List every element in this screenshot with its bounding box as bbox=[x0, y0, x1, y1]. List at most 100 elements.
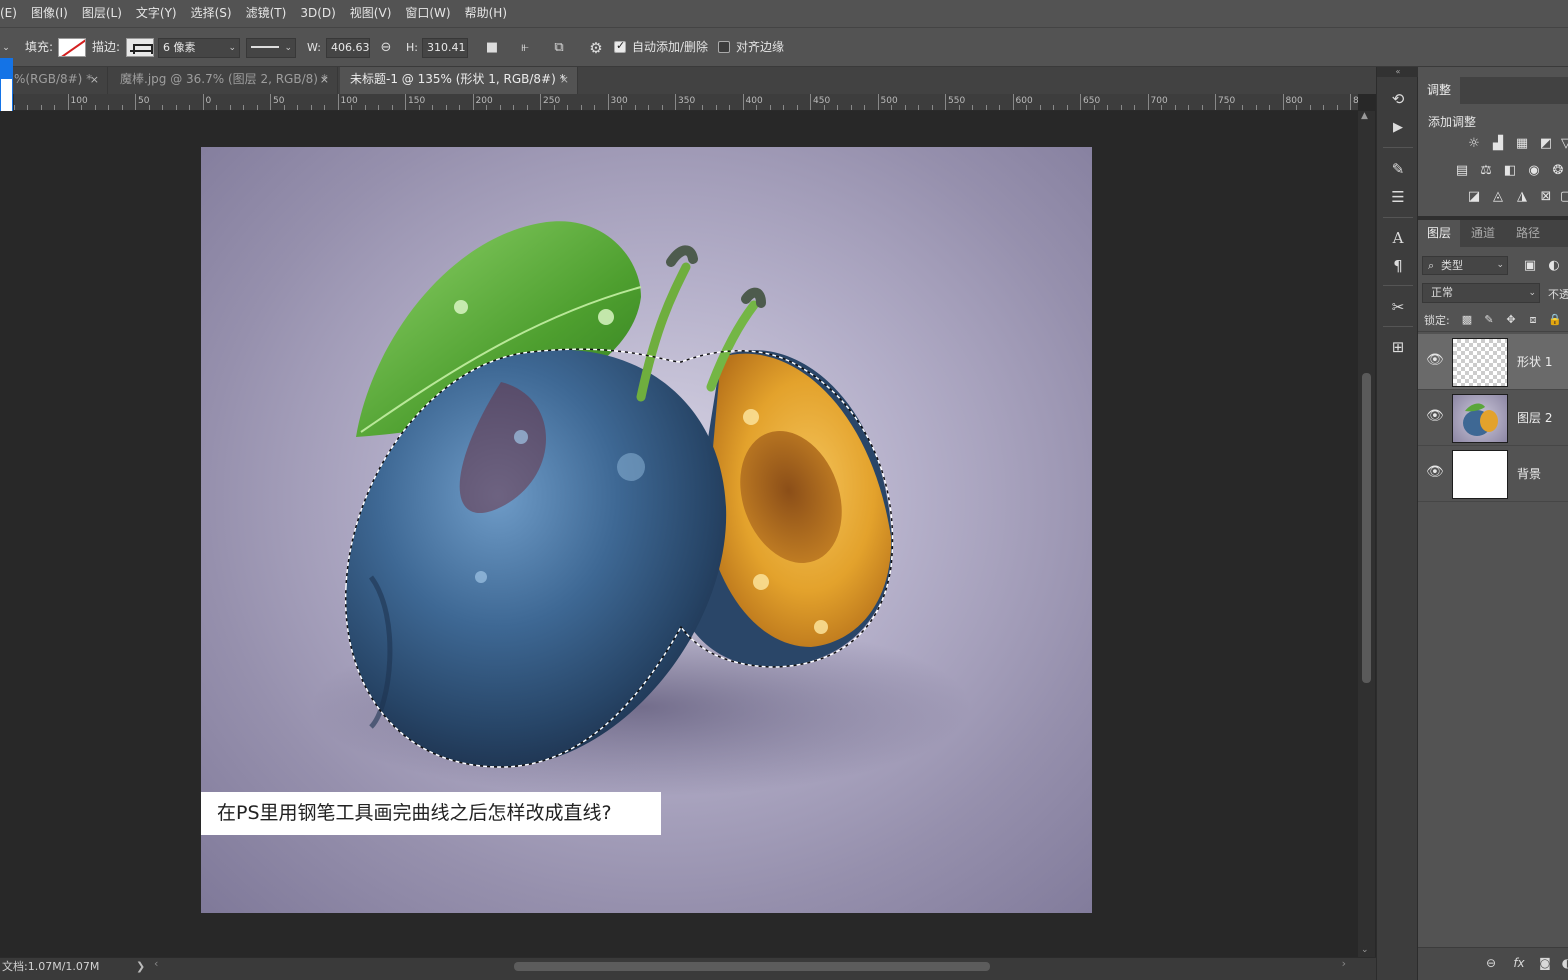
scroll-up-icon[interactable]: ▲ bbox=[1361, 111, 1368, 121]
menu-image[interactable]: 图像(I) bbox=[25, 0, 76, 27]
scroll-down-icon[interactable]: ⌄ bbox=[1361, 945, 1369, 955]
tool-presets-icon[interactable]: ✂ bbox=[1387, 296, 1409, 318]
levels-icon[interactable]: ▟ bbox=[1490, 136, 1506, 152]
tab-channels[interactable]: 通道 bbox=[1462, 220, 1504, 247]
menu-filter[interactable]: 滤镜(T) bbox=[240, 0, 295, 27]
layer-row[interactable]: 👁 图层 2 bbox=[1418, 390, 1568, 446]
fx-icon[interactable]: fx bbox=[1510, 954, 1528, 972]
ruler-minor-tick bbox=[1174, 105, 1176, 110]
blend-mode-select[interactable]: 正常 ⌄ bbox=[1422, 283, 1540, 303]
vertical-scrollbar[interactable]: ▲ ⌄ bbox=[1358, 111, 1375, 957]
stroke-line-preview bbox=[251, 45, 279, 48]
close-icon[interactable]: × bbox=[320, 67, 329, 92]
hue-saturation-icon[interactable]: ▤ bbox=[1454, 163, 1470, 179]
ruler-minor-tick bbox=[445, 105, 447, 110]
menu-window[interactable]: 窗口(W) bbox=[399, 0, 458, 27]
exposure-icon[interactable]: ◩ bbox=[1538, 136, 1554, 152]
scroll-left-icon[interactable]: ‹ bbox=[154, 957, 158, 970]
threshold-icon[interactable]: ◮ bbox=[1514, 189, 1530, 205]
lock-artboard-icon[interactable]: ⧈ bbox=[1526, 313, 1540, 327]
close-icon[interactable]: × bbox=[560, 67, 569, 92]
collapse-arrows-icon[interactable]: « bbox=[1377, 67, 1419, 77]
horizontal-scrollbar[interactable]: ‹ › bbox=[150, 957, 1350, 973]
stroke-swatch[interactable] bbox=[126, 38, 154, 57]
height-input[interactable]: 310.41 ( bbox=[422, 38, 468, 58]
horizontal-ruler[interactable]: 0100500501001502002503003504004505005506… bbox=[14, 94, 1358, 111]
menu-help[interactable]: 帮助(H) bbox=[459, 0, 515, 27]
align-edges-checkbox[interactable] bbox=[718, 41, 730, 53]
lock-paint-icon[interactable]: ✎ bbox=[1482, 313, 1496, 327]
vertical-scroll-thumb[interactable] bbox=[1362, 373, 1371, 683]
menu-view[interactable]: 视图(V) bbox=[344, 0, 400, 27]
menu-layer[interactable]: 图层(L) bbox=[76, 0, 130, 27]
eye-icon[interactable]: 👁 bbox=[1426, 408, 1444, 424]
ruler-minor-tick bbox=[931, 105, 933, 110]
width-input[interactable]: 406.63 ( bbox=[326, 38, 370, 58]
brightness-icon[interactable]: ☼ bbox=[1466, 136, 1482, 152]
tab-document-3[interactable]: 未标题-1 @ 135% (形状 1, RGB/8#) * × bbox=[340, 67, 578, 94]
link-icon[interactable]: ⊖ bbox=[375, 38, 397, 58]
tab-document-2[interactable]: 魔棒.jpg @ 36.7% (图层 2, RGB/8) * × bbox=[108, 67, 338, 94]
ruler-minor-tick bbox=[783, 105, 784, 110]
ruler-minor-tick bbox=[621, 105, 622, 110]
ruler-minor-tick bbox=[1309, 105, 1311, 110]
tab-layers[interactable]: 图层 bbox=[1418, 220, 1461, 247]
chevron-down-icon: ⌄ bbox=[284, 43, 292, 53]
tool-preset-chevron-icon[interactable]: ⌄ bbox=[0, 38, 12, 58]
stroke-type-select[interactable]: ⌄ bbox=[246, 38, 296, 58]
history-icon[interactable]: ⟲ bbox=[1387, 88, 1409, 110]
ruler-minor-tick bbox=[688, 105, 690, 110]
vibrance-icon[interactable]: ▽ bbox=[1558, 136, 1568, 152]
stroke-width-value: 6 像素 bbox=[163, 41, 196, 54]
stroke-width-select[interactable]: 6 像素 ⌄ bbox=[158, 38, 240, 58]
selective-color-icon[interactable]: ▢ bbox=[1558, 189, 1568, 205]
fill-swatch[interactable] bbox=[58, 38, 86, 57]
close-icon[interactable]: × bbox=[90, 67, 99, 92]
link-layers-icon[interactable]: ⊖ bbox=[1482, 954, 1500, 972]
pixel-filter-icon[interactable]: ▣ bbox=[1522, 258, 1538, 274]
tab-paths[interactable]: 路径 bbox=[1507, 220, 1549, 247]
status-menu-arrow[interactable]: ❯ bbox=[136, 958, 145, 976]
add-mask-icon[interactable]: ◙ bbox=[1536, 954, 1554, 972]
ruler-major-tick bbox=[540, 94, 541, 110]
horizontal-scroll-thumb[interactable] bbox=[514, 962, 990, 971]
lock-position-icon[interactable]: ✥ bbox=[1504, 313, 1518, 327]
curves-icon[interactable]: ▦ bbox=[1514, 136, 1530, 152]
invert-icon[interactable]: ◪ bbox=[1466, 189, 1482, 205]
lock-transparency-icon[interactable]: ▩ bbox=[1460, 313, 1474, 327]
adjustment-layer-icon[interactable]: ◐ bbox=[1558, 954, 1568, 972]
black-white-icon[interactable]: ◧ bbox=[1502, 163, 1518, 179]
character-icon[interactable]: A bbox=[1387, 227, 1409, 249]
status-bar: 文档:1.07M/1.07M ❯ ‹ › bbox=[0, 957, 1376, 980]
lock-all-icon[interactable]: 🔒 bbox=[1548, 313, 1562, 327]
tab-adjustments[interactable]: 调整 bbox=[1418, 77, 1461, 104]
path-arrangement-icon[interactable]: ⧉ bbox=[548, 38, 570, 58]
path-alignment-icon[interactable]: ⫦ bbox=[514, 38, 536, 58]
menu-type[interactable]: 文字(Y) bbox=[130, 0, 185, 27]
posterize-icon[interactable]: ◬ bbox=[1490, 189, 1506, 205]
gradient-map-icon[interactable]: ⊠ bbox=[1538, 189, 1554, 205]
paragraph-icon[interactable]: ¶ bbox=[1387, 255, 1409, 277]
adjustment-filter-icon[interactable]: ◐ bbox=[1546, 258, 1562, 274]
menu-select[interactable]: 选择(S) bbox=[185, 0, 240, 27]
tab-document-1[interactable]: %(RGB/8#) * × bbox=[0, 67, 108, 94]
scroll-right-icon[interactable]: › bbox=[1342, 957, 1346, 970]
channel-mixer-icon[interactable]: ❂ bbox=[1550, 163, 1566, 179]
photo-filter-icon[interactable]: ◉ bbox=[1526, 163, 1542, 179]
brush-settings-icon[interactable]: ☰ bbox=[1387, 186, 1409, 208]
color-balance-icon[interactable]: ⚖ bbox=[1478, 163, 1494, 179]
brush-icon[interactable]: ✎ bbox=[1387, 158, 1409, 180]
layer-filter-select[interactable]: ⌕ 类型 ⌄ bbox=[1422, 256, 1508, 275]
path-operations-icon[interactable]: ■ bbox=[481, 38, 503, 58]
properties-icon[interactable]: ⊞ bbox=[1387, 336, 1409, 358]
menu-edit[interactable]: (E) bbox=[0, 0, 25, 27]
actions-play-icon[interactable]: ▶ bbox=[1387, 117, 1409, 139]
layer-row[interactable]: 👁 背景 bbox=[1418, 446, 1568, 502]
gear-icon[interactable]: ⚙ bbox=[585, 38, 607, 58]
menu-3d[interactable]: 3D(D) bbox=[294, 0, 343, 27]
auto-add-delete-checkbox[interactable] bbox=[614, 39, 626, 53]
eye-icon[interactable]: 👁 bbox=[1426, 352, 1444, 368]
ruler-minor-tick bbox=[1188, 105, 1189, 110]
eye-icon[interactable]: 👁 bbox=[1426, 464, 1444, 480]
layer-row[interactable]: 👁 形状 1 bbox=[1418, 334, 1568, 390]
